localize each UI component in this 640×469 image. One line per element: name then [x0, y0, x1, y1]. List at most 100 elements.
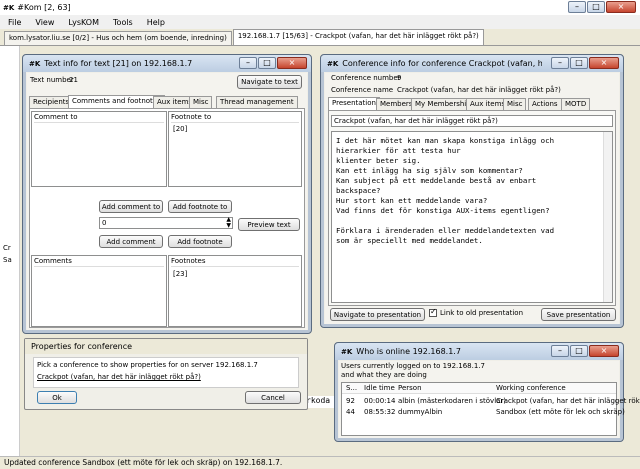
text-number-input-value: 0: [102, 219, 107, 227]
maximize-icon[interactable]: □: [587, 1, 605, 13]
add-footnote-button[interactable]: Add footnote: [168, 235, 232, 248]
navigate-to-text-button[interactable]: Navigate to text: [237, 75, 302, 89]
tab-presentation[interactable]: Presentation: [328, 97, 380, 110]
presentation-text-area[interactable]: I det här mötet kan man skapa konstiga i…: [331, 131, 613, 303]
text-info-titlebar: #K Text info for text [21] on 192.168.1.…: [23, 55, 311, 72]
properties-content: Pick a conference to show properties for…: [33, 357, 299, 388]
tab-thread-management[interactable]: Thread management: [216, 96, 298, 108]
menu-bar: File View LysKOM Tools Help: [0, 15, 640, 29]
tab-misc[interactable]: Misc: [189, 96, 213, 108]
presentation-subject-value: Crackpot (vafan, har det här inlägget rö…: [334, 117, 498, 125]
maximize-icon[interactable]: □: [258, 57, 276, 69]
conference-info-window-buttons: – □ ×: [551, 57, 619, 69]
navigate-to-presentation-button[interactable]: Navigate to presentation: [330, 308, 425, 321]
table-row[interactable]: 92 00:00:14 albin (mästerkodaren i stövl…: [342, 396, 640, 407]
conference-info-titlebar: #K Conference info for conference Crackp…: [321, 55, 623, 72]
tab-comments-footnotes[interactable]: Comments and footnotes: [68, 95, 165, 108]
footnote-to-list[interactable]: Footnote to [20]: [168, 111, 302, 187]
who-body: Users currently logged on to 192.168.1.7…: [339, 361, 640, 438]
conference-name-label: Conference name: [331, 86, 394, 94]
cell-working-conference: Sandbox (ett möte för lek och skräp): [496, 408, 625, 416]
menu-tools[interactable]: Tools: [113, 18, 133, 27]
minimize-icon[interactable]: –: [239, 57, 257, 69]
text-number-input[interactable]: 0 ▲ ▼: [99, 217, 233, 229]
checkbox-checked-icon[interactable]: [429, 307, 437, 317]
maximize-icon[interactable]: □: [570, 345, 588, 357]
col-working-conference[interactable]: Working conference: [496, 383, 566, 394]
close-icon[interactable]: ×: [606, 1, 636, 13]
spinner-icon[interactable]: ▲ ▼: [226, 217, 231, 229]
col-person[interactable]: Person: [398, 383, 422, 394]
background-fragment-3: rkoda: [306, 396, 334, 408]
tab-recipients[interactable]: Recipients: [29, 96, 74, 108]
who-table-header: S... Idle time Person Working conference: [342, 383, 616, 394]
preview-text-button[interactable]: Preview text: [238, 218, 300, 231]
menu-view[interactable]: View: [35, 18, 54, 27]
who-window-buttons: – □ ×: [551, 345, 619, 357]
cancel-button[interactable]: Cancel: [245, 391, 301, 404]
app-titlebar: #K #Kom [2, 63] – □ ×: [0, 0, 640, 15]
status-text: Updated conference Sandbox (ett möte för…: [4, 458, 283, 467]
app-logo: #K: [3, 3, 15, 12]
minimize-icon[interactable]: –: [551, 345, 569, 357]
conference-info-title: Conference info for conference Crackpot …: [342, 59, 543, 68]
col-idle-time[interactable]: Idle time: [364, 383, 395, 394]
close-icon[interactable]: ×: [589, 345, 619, 357]
comments-list[interactable]: Comments: [31, 255, 167, 327]
conference-name-value: Crackpot (vafan, har det här inlägget rö…: [397, 86, 561, 94]
minimize-icon[interactable]: –: [568, 1, 586, 13]
table-row[interactable]: 44 08:55:32 dummyAlbin Sandbox (ett möte…: [342, 407, 625, 418]
tab-session-local[interactable]: 192.168.1.7 [15/63] - Crackpot (vafan, h…: [232, 29, 484, 45]
who-subtitle-2: and what they are doing: [341, 371, 427, 379]
properties-titlebar: Properties for conference: [25, 339, 307, 354]
window-logo: #K: [29, 59, 41, 68]
conference-info-body: Conference number 9 Conference name Crac…: [325, 73, 619, 324]
window-logo: #K: [327, 59, 339, 68]
tab-actions[interactable]: Actions: [528, 98, 562, 110]
properties-dialog: Properties for conference Pick a confere…: [24, 338, 308, 410]
status-bar: Updated conference Sandbox (ett möte för…: [0, 456, 640, 469]
tab-session-lysator[interactable]: kom.lysator.liu.se [0/2] - Hus och hem (…: [4, 31, 232, 45]
tab-misc[interactable]: Misc: [503, 98, 527, 110]
text-info-title: Text info for text [21] on 192.168.1.7: [44, 59, 193, 68]
footnote-to-item[interactable]: [20]: [173, 125, 187, 133]
ok-button[interactable]: Ok: [37, 391, 77, 404]
col-session[interactable]: S...: [346, 383, 357, 394]
minimize-icon[interactable]: –: [551, 57, 569, 69]
comment-to-list[interactable]: Comment to: [31, 111, 167, 187]
who-title: Who is online 192.168.1.7: [356, 347, 461, 356]
tab-motd[interactable]: MOTD: [561, 98, 591, 110]
save-presentation-button[interactable]: Save presentation: [541, 308, 616, 321]
who-titlebar: #K Who is online 192.168.1.7 – □ ×: [335, 343, 623, 360]
comments-header: Comments: [34, 256, 164, 267]
close-icon[interactable]: ×: [277, 57, 307, 69]
link-old-presentation-checkbox[interactable]: Link to old presentation: [429, 307, 524, 317]
session-tabs: kom.lysator.liu.se [0/2] - Hus och hem (…: [0, 29, 640, 46]
comment-to-header: Comment to: [34, 112, 164, 123]
conference-link[interactable]: Crackpot (vafan, har det här inlägget rö…: [37, 373, 201, 381]
text-info-body: Text number 21 Navigate to text Recipien…: [27, 73, 307, 330]
close-icon[interactable]: ×: [589, 57, 619, 69]
conference-number-label: Conference number: [331, 74, 401, 82]
menu-lyskom[interactable]: LysKOM: [68, 18, 99, 27]
app-title: #Kom [2, 63]: [17, 3, 71, 12]
cell-idle-time: 00:00:14: [364, 397, 396, 405]
cell-session: 44: [346, 408, 355, 416]
add-comment-to-button[interactable]: Add comment to: [99, 200, 163, 213]
properties-conference-link[interactable]: Crackpot (vafan, har det här inlägget rö…: [37, 373, 201, 381]
add-footnote-to-button[interactable]: Add footnote to: [168, 200, 232, 213]
presentation-subject-field[interactable]: Crackpot (vafan, har det här inlägget rö…: [331, 115, 613, 127]
menu-help[interactable]: Help: [147, 18, 165, 27]
cell-person: dummyAlbin: [398, 408, 443, 416]
add-comment-button[interactable]: Add comment: [99, 235, 163, 248]
cell-working-conference: Crackpot (vafan, har det här inlägget rö…: [496, 397, 640, 405]
link-old-presentation-label: Link to old presentation: [440, 309, 524, 317]
menu-file[interactable]: File: [8, 18, 21, 27]
footnotes-list[interactable]: Footnotes [23]: [168, 255, 302, 327]
background-fragment-2: Sa: [3, 256, 12, 264]
maximize-icon[interactable]: □: [570, 57, 588, 69]
background-fragment-1: Cr: [3, 244, 11, 252]
footnote-item[interactable]: [23]: [173, 270, 187, 278]
cell-person: albin (mästerkodaren i stövlar): [398, 397, 507, 405]
presentation-scrollbar[interactable]: [603, 132, 612, 302]
